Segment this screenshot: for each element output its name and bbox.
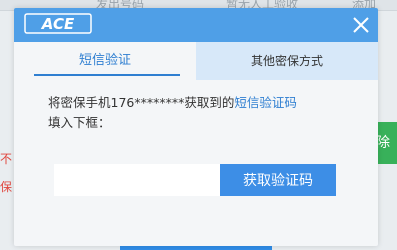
logo-text: ACE xyxy=(41,15,75,33)
tab-label: 其他密保方式 xyxy=(250,54,323,68)
tab-label: 短信验证 xyxy=(78,53,131,68)
tab-sms-verification[interactable]: 短信验证 xyxy=(14,42,196,80)
instruction-text: 将密保手机176********获取到的短信验证码 填入下框： xyxy=(48,93,358,133)
code-input-row: 获取验证码 xyxy=(54,164,336,196)
background-red-text: 不 xyxy=(0,152,13,166)
active-tab-indicator xyxy=(34,74,180,76)
tab-other-security-methods[interactable]: 其他密保方式 xyxy=(196,42,378,80)
background-red-text: 保 xyxy=(0,180,13,194)
security-verification-modal: ACE 短信验证 其他密保方式 将密保手机176********获取到的短信验证… xyxy=(14,8,378,246)
sms-code-link: 短信验证码 xyxy=(234,95,297,110)
modal-header: ACE xyxy=(14,8,378,42)
instruction-suffix: 填入下框： xyxy=(48,115,111,130)
ace-logo: ACE xyxy=(24,13,92,34)
get-code-button[interactable]: 获取验证码 xyxy=(220,164,336,196)
verification-code-input[interactable] xyxy=(54,164,220,196)
verification-tabs: 短信验证 其他密保方式 xyxy=(14,42,378,80)
instruction-prefix: 将密保手机176********获取到的 xyxy=(48,95,235,110)
close-icon[interactable] xyxy=(350,14,372,36)
